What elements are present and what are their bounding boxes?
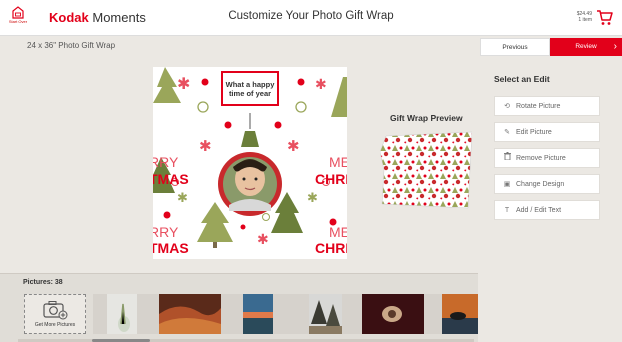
star-icon: ✱ [177,191,188,206]
remove-picture-label: Remove Picture [516,155,566,162]
star-icon: ✱ [315,77,327,93]
star-icon: ✱ [307,191,318,206]
cart-summary[interactable]: $24.49 1 item [577,11,592,23]
chevron-right-icon: › [613,41,617,52]
rotate-icon: ⟲ [504,103,510,110]
gift-wrap-preview-image: ✱ [380,131,472,209]
design-text-right-4: CHRIS [315,240,347,256]
previous-button[interactable]: Previous [480,38,550,56]
edit-icon: ✎ [504,129,510,136]
cart-icon[interactable] [596,9,613,26]
change-design-button[interactable]: ▣ Change Design [494,174,600,194]
review-button[interactable]: Review › [550,38,622,56]
photo-thumbnail[interactable] [362,294,424,334]
rotate-picture-button[interactable]: ⟲ Rotate Picture [494,96,600,116]
tree-left-bottom [197,202,233,248]
design-text-left-2: TMAS [153,171,189,187]
photo-thumbnail[interactable] [309,294,342,334]
add-edit-text-label: Add / Edit Text [516,207,562,214]
add-edit-text-button[interactable]: T Add / Edit Text [494,200,600,220]
star-icon: ✱ [177,74,190,93]
get-more-pictures-button[interactable]: Get More Pictures [24,294,86,334]
photo-thumbnail[interactable] [159,294,221,334]
edit-picture-button[interactable]: ✎ Edit Picture [494,122,600,142]
app-header: Start Over Kodak Moments Customize Your … [0,0,622,36]
rotate-picture-label: Rotate Picture [516,103,561,110]
start-over-label: Start Over [8,19,28,24]
home-icon [12,6,24,19]
logo-brand: Kodak [49,10,89,25]
gift-wrap-preview-label: Gift Wrap Preview [390,113,463,123]
design-icon: ▣ [503,181,511,188]
star-icon: ✱ [257,232,269,248]
text-icon: T [504,207,510,214]
pictures-count: Pictures: 38 [23,279,63,286]
photo-thumbnail[interactable] [442,294,478,334]
get-more-pictures-label: Get More Pictures [34,322,76,328]
star-icon: ✱ [199,137,212,155]
trash-icon [500,149,514,169]
design-banner-text[interactable]: What a happy time of year [222,80,278,98]
design-text-right-2: CHRIS [315,171,347,187]
banner-line-2: time of year [228,89,272,98]
design-text-left-3: RRY [153,224,179,240]
remove-picture-button[interactable]: Remove Picture [494,148,600,168]
design-canvas[interactable]: ✱ ✱ ✱ ✱ ✱ ✱ ✱ RRY TMAS ME CHRIS RRY TMAS… [153,67,347,259]
edit-picture-label: Edit Picture [516,129,552,136]
photo-thumbnail[interactable] [107,294,137,334]
change-design-label: Change Design [516,181,565,188]
star-icon: ✱ [287,137,300,155]
product-name: 24 x 36" Photo Gift Wrap [27,41,116,50]
add-camera-icon [43,301,68,320]
design-text-left-4: TMAS [153,240,189,256]
design-text-right-1: ME [329,154,347,170]
cart-item-count: 1 item [578,17,592,23]
logo-product: Moments [92,10,146,25]
photo-thumbnail[interactable] [243,294,273,334]
design-text-right-3: ME [329,224,347,240]
kodak-moments-logo[interactable]: Kodak Moments [49,10,146,26]
tree-right-top [331,77,347,117]
review-label: Review [575,43,597,50]
design-text-left-1: RRY [153,154,179,170]
start-over-button[interactable]: Start Over [7,6,29,32]
select-edit-title: Select an Edit [494,74,550,84]
banner-line-1: What a happy [225,80,275,89]
